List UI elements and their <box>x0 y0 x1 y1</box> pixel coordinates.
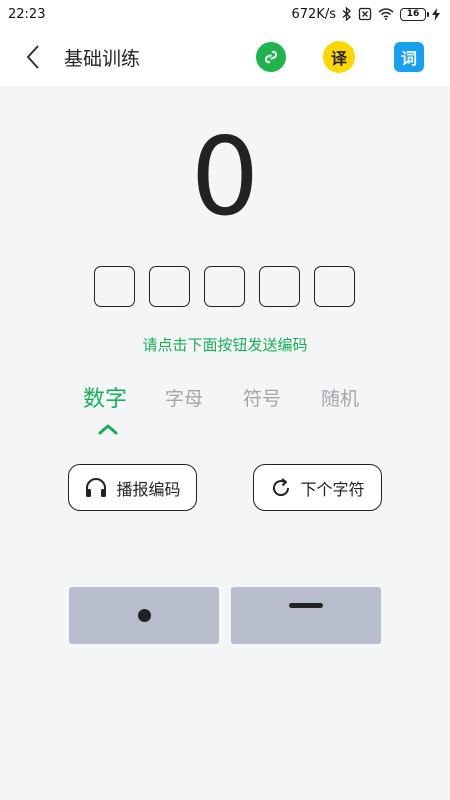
dictionary-icon: 词 <box>394 42 424 72</box>
status-bar: 22:23 672K/s 16 <box>0 0 450 28</box>
battery-icon: 16 <box>400 7 429 21</box>
play-code-button[interactable]: 播报编码 <box>68 464 197 511</box>
page-title: 基础训练 <box>64 48 141 70</box>
status-icons: 672K/s 16 <box>291 6 440 22</box>
status-time: 22:23 <box>8 6 46 22</box>
refresh-icon <box>273 477 290 496</box>
dot-icon <box>137 609 151 622</box>
bluetooth-icon <box>342 7 352 21</box>
hint-text: 请点击下面按钮发送编码 <box>142 336 308 354</box>
next-character-label: 下个字符 <box>300 479 365 499</box>
play-code-label: 播报编码 <box>116 479 181 499</box>
app-bar: 基础训练 译 词 <box>0 28 450 86</box>
current-character: 0 <box>190 115 260 240</box>
tab-letters[interactable]: 字母 <box>165 384 203 411</box>
dash-icon <box>289 603 323 608</box>
dictionary-button[interactable]: 词 <box>393 41 425 73</box>
category-tabs: 数字 字母 符号 随机 <box>0 381 450 435</box>
link-icon <box>256 42 286 72</box>
headphones-icon <box>86 477 107 497</box>
wifi-icon <box>378 8 394 20</box>
dash-key[interactable] <box>231 587 381 644</box>
code-slot <box>259 266 300 307</box>
battery-level: 16 <box>406 9 420 19</box>
next-character-button[interactable]: 下个字符 <box>253 464 382 511</box>
code-slot <box>94 266 135 307</box>
chevron-up-icon <box>98 424 118 435</box>
back-button[interactable] <box>18 42 48 72</box>
net-speed: 672K/s <box>291 6 337 22</box>
tab-symbols[interactable]: 符号 <box>243 384 281 411</box>
charging-icon <box>432 7 440 21</box>
mini-program-button[interactable] <box>255 41 287 73</box>
translate-button[interactable]: 译 <box>323 41 355 73</box>
code-slots <box>94 266 355 307</box>
sim-off-icon <box>358 7 372 21</box>
tab-random[interactable]: 随机 <box>321 384 359 411</box>
dot-key[interactable] <box>69 587 219 644</box>
code-slot <box>314 266 355 307</box>
chevron-left-icon <box>26 45 39 69</box>
code-slot <box>204 266 245 307</box>
translate-icon: 译 <box>323 41 355 73</box>
tab-digits[interactable]: 数字 <box>83 381 127 413</box>
code-slot <box>149 266 190 307</box>
